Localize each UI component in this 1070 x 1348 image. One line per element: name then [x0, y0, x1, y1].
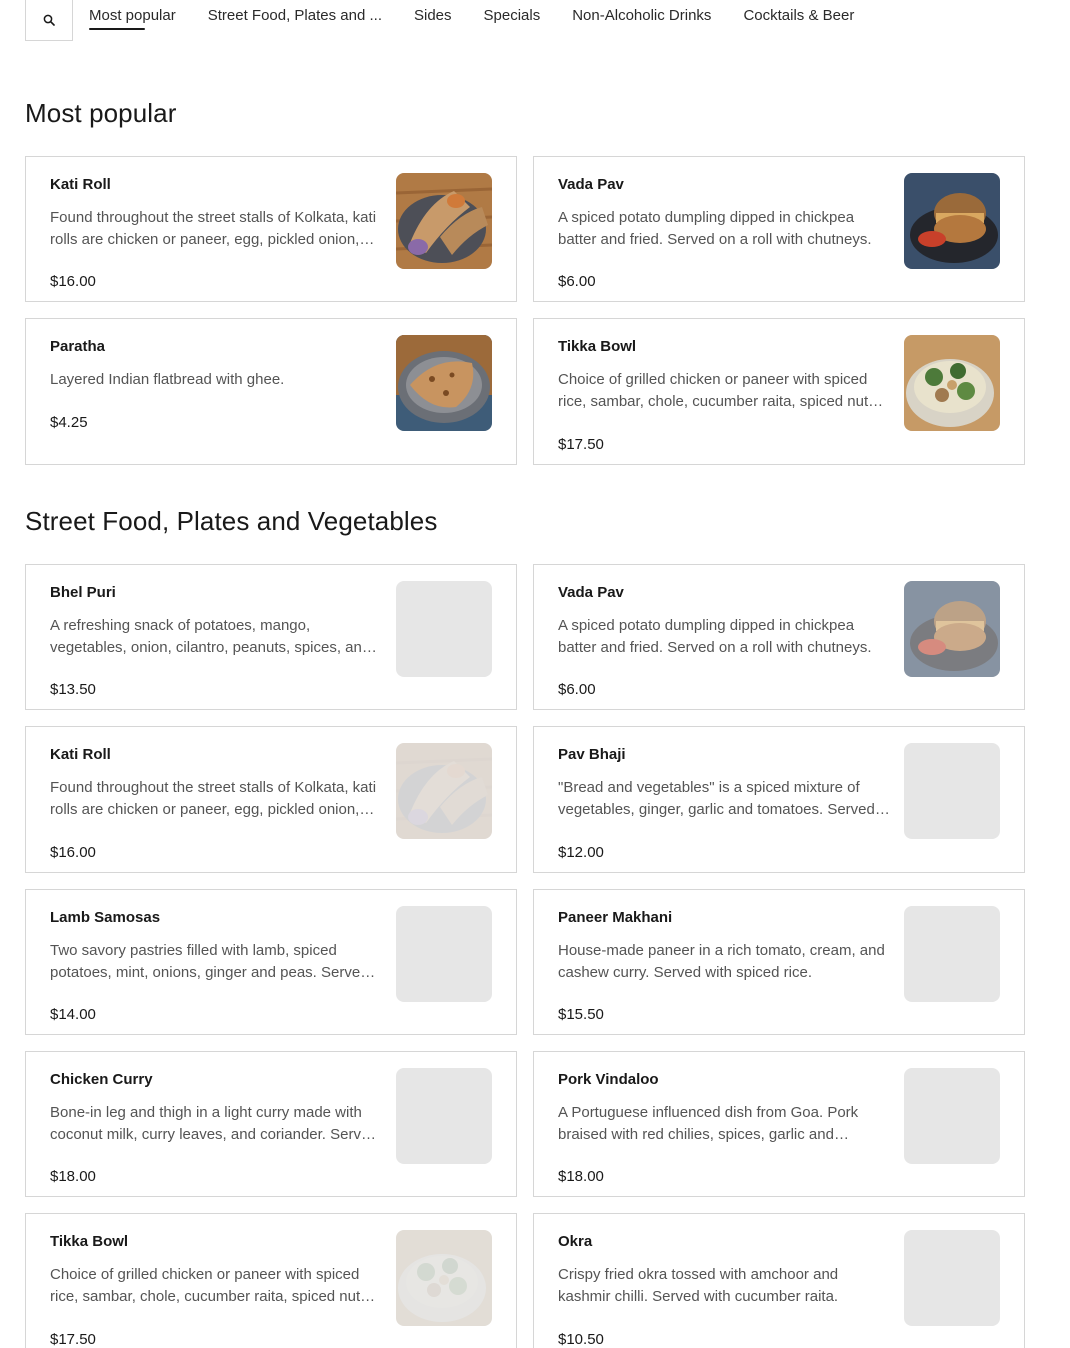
menu-item-name: Paratha: [50, 338, 106, 355]
menu-item-price: $10.50: [558, 1331, 604, 1348]
menu-item-description: Layered Indian flatbread with ghee.: [50, 371, 285, 388]
menu-item-description: Crispy fried okra tossed with amchoor an…: [558, 1266, 839, 1305]
menu-item-name: Lamb Samosas: [50, 909, 161, 926]
menu-item-name: Okra: [558, 1233, 593, 1250]
menu-item-card-okra[interactable]: Okra Crispy fried okra tossed with amchoo…: [533, 1213, 1025, 1348]
menu-item-price: $6.00: [558, 273, 596, 290]
menu-item-photo: [904, 335, 1000, 431]
menu-item-photo: [396, 1230, 492, 1326]
menu-item-name: Pav Bhaji: [558, 746, 626, 763]
menu-item-photo: [396, 173, 492, 269]
section-title-most-popular: Most popular: [25, 98, 177, 128]
menu-item-name: Kati Roll: [50, 746, 111, 763]
menu-item-description: Choice of grilled chicken or paneer with…: [50, 1266, 368, 1305]
menu-item-description: Two savory pastries filled with lamb, sp…: [50, 942, 369, 981]
tab-street-food[interactable]: Street Food, Plates and ...: [208, 7, 382, 31]
menu-item-price: $17.50: [558, 436, 604, 453]
menu-item-price: $12.00: [558, 844, 604, 861]
tab-sides[interactable]: Sides: [414, 7, 452, 31]
menu-item-card-chicken-curry[interactable]: Chicken Curry Bone-in leg and thigh in a …: [25, 1051, 517, 1197]
menu-item-card-kati-roll[interactable]: Kati Roll Found throughout the street sta…: [25, 156, 517, 302]
menu-item-name: Tikka Bowl: [50, 1233, 129, 1250]
menu-item-description: A spiced potato dumpling dipped in chick…: [558, 209, 872, 248]
menu-item-name: Tikka Bowl: [558, 338, 637, 355]
menu-item-name: Chicken Curry: [50, 1071, 153, 1088]
tab-non-alcoholic-drinks[interactable]: Non-Alcoholic Drinks: [572, 7, 711, 31]
tab-cocktails-beer[interactable]: Cocktails & Beer: [743, 7, 854, 31]
menu-item-image-placeholder: [904, 1068, 1000, 1164]
menu-item-photo: [396, 743, 492, 839]
search-icon: [43, 14, 55, 26]
menu-item-image-placeholder: [904, 1230, 1000, 1326]
menu-item-price: $18.00: [558, 1168, 604, 1185]
menu-item-name: Bhel Puri: [50, 584, 116, 601]
menu-item-price: $16.00: [50, 273, 96, 290]
menu-item-card-vada-pav[interactable]: Vada Pav A spiced potato dumpling dipped …: [533, 156, 1025, 302]
menu-item-image-placeholder: [904, 906, 1000, 1002]
menu-item-price: $4.25: [50, 414, 88, 431]
menu-item-card-tikka-bowl[interactable]: Tikka Bowl Choice of grilled chicken or p…: [25, 1213, 517, 1348]
menu-item-price: $18.00: [50, 1168, 96, 1185]
menu-item-photo: [396, 335, 492, 431]
menu-item-name: Kati Roll: [50, 176, 111, 193]
tab-specials[interactable]: Specials: [484, 7, 541, 31]
menu-item-description: Found throughout the street stalls of Ko…: [50, 779, 377, 818]
menu-item-card-pork-vindaloo[interactable]: Pork Vindaloo A Portuguese influenced dis…: [533, 1051, 1025, 1197]
menu-item-image-placeholder: [396, 1068, 492, 1164]
menu-item-description: A refreshing snack of potatoes, mango, v…: [50, 617, 371, 656]
menu-item-description: Bone-in leg and thigh in a light curry m…: [50, 1104, 378, 1143]
menu-item-card-paratha[interactable]: Paratha Layered Indian flatbread with ghe…: [25, 318, 517, 465]
menu-item-name: Vada Pav: [558, 584, 624, 601]
menu-item-name: Vada Pav: [558, 176, 624, 193]
menu-item-card-vada-pav[interactable]: Vada Pav A spiced potato dumpling dipped …: [533, 564, 1025, 710]
menu-item-card-pav-bhaji[interactable]: Pav Bhaji "Bread and vegetables" is a spi…: [533, 726, 1025, 873]
menu-item-price: $16.00: [50, 844, 96, 861]
menu-item-description: House-made paneer in a rich tomato, crea…: [558, 942, 885, 981]
tab-most-popular[interactable]: Most popular: [89, 7, 176, 31]
menu-item-card-kati-roll[interactable]: Kati Roll Found throughout the street sta…: [25, 726, 517, 873]
menu-item-card-lamb-samosas[interactable]: Lamb Samosas Two savory pastries filled w…: [25, 889, 517, 1035]
menu-item-description: A Portuguese influenced dish from Goa. P…: [558, 1104, 859, 1143]
menu-item-price: $15.50: [558, 1006, 604, 1023]
menu-item-price: $6.00: [558, 681, 596, 698]
category-tabs: Most popular Street Food, Plates and ...…: [89, 7, 886, 31]
menu-item-description: "Bread and vegetables" is a spiced mixtu…: [558, 779, 875, 818]
menu-item-description: Found throughout the street stalls of Ko…: [50, 209, 377, 248]
category-nav: Most popular Street Food, Plates and ...…: [0, 0, 1070, 41]
menu-item-photo: [904, 581, 1000, 677]
menu-item-description: A spiced potato dumpling dipped in chick…: [558, 617, 872, 656]
menu-item-price: $13.50: [50, 681, 96, 698]
menu-item-image-placeholder: [904, 743, 1000, 839]
menu-item-name: Pork Vindaloo: [558, 1071, 659, 1088]
menu-item-card-tikka-bowl[interactable]: Tikka Bowl Choice of grilled chicken or p…: [533, 318, 1025, 465]
menu-item-card-paneer-makhani[interactable]: Paneer Makhani House-made paneer in a ric…: [533, 889, 1025, 1035]
menu-item-name: Paneer Makhani: [558, 909, 673, 926]
menu-item-photo: [904, 173, 1000, 269]
menu-item-image-placeholder: [396, 581, 492, 677]
menu-item-description: Choice of grilled chicken or paneer with…: [558, 371, 876, 410]
menu-item-price: $17.50: [50, 1331, 96, 1348]
section-title-street-food: Street Food, Plates and Vegetables: [25, 506, 438, 536]
search-button[interactable]: [25, 0, 73, 41]
menu-item-card-bhel-puri[interactable]: Bhel Puri A refreshing snack of potatoes,…: [25, 564, 517, 710]
menu-item-price: $14.00: [50, 1006, 96, 1023]
menu-item-image-placeholder: [396, 906, 492, 1002]
